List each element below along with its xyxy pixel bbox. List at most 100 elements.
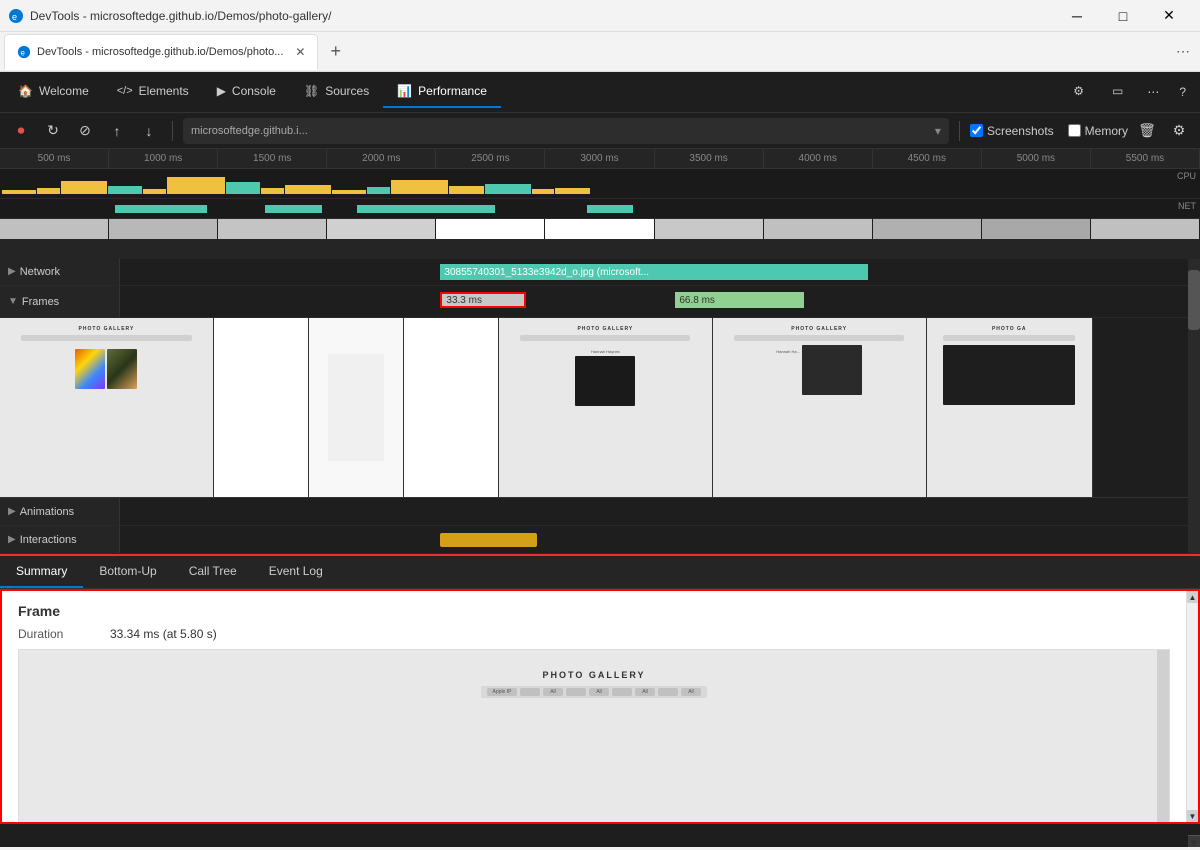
animations-expand-icon[interactable]: ▶: [8, 506, 16, 517]
screenshot-1[interactable]: PHOTO GALLERY: [0, 318, 214, 497]
scroll-down-button[interactable]: ▼: [1188, 835, 1200, 847]
tab-console-label: Console: [232, 84, 276, 98]
performance-toolbar: ⏺ ↻ ⊘ ↑ ↓ microsoftedge.github.i... ▾ Sc…: [0, 112, 1200, 148]
tab-performance[interactable]: 📊 Performance: [383, 76, 501, 108]
capture-settings-button[interactable]: ⚙: [1166, 118, 1192, 144]
reload-button[interactable]: ↻: [40, 118, 66, 144]
new-tab-button[interactable]: +: [320, 41, 351, 62]
screenshots-strip: PHOTO GALLERY: [0, 318, 1188, 498]
ss-thumb-6: [545, 219, 654, 239]
mark-4500: 4500 ms: [873, 149, 982, 168]
devtools-help-button[interactable]: ?: [1169, 77, 1196, 107]
network-bar-label: 30855740301_5133e3942d_o.jpg (microsoft.…: [444, 267, 649, 278]
maximize-button[interactable]: □: [1100, 0, 1146, 32]
tab-calltree[interactable]: Call Tree: [173, 556, 253, 588]
screenshots-label: Screenshots: [987, 124, 1054, 138]
tab-close-icon[interactable]: ✕: [295, 45, 305, 59]
browser-tab-main[interactable]: e DevTools - microsoftedge.github.io/Dem…: [4, 34, 318, 70]
screenshots-checkbox[interactable]: Screenshots: [970, 124, 1054, 138]
interaction-bar: [440, 533, 536, 547]
clear-button[interactable]: ↑: [104, 118, 130, 144]
interactions-expand-icon[interactable]: ▶: [8, 534, 16, 545]
animations-label: ▶ Animations: [0, 498, 120, 525]
frame-preview-title: PHOTO GALLERY: [542, 670, 645, 680]
summary-scroll-up[interactable]: ▲: [1187, 591, 1198, 603]
summary-scroll-down[interactable]: ▼: [1187, 810, 1198, 822]
url-dropdown-icon[interactable]: ▾: [935, 124, 941, 138]
tab-welcome[interactable]: 🏠 Welcome: [4, 76, 103, 108]
tab-eventlog[interactable]: Event Log: [253, 556, 339, 588]
memory-checkbox[interactable]: Memory: [1068, 124, 1128, 138]
scroll-thumb[interactable]: [1188, 270, 1200, 330]
devtools-more-button[interactable]: ⋯: [1137, 77, 1169, 107]
mark-2500: 2500 ms: [436, 149, 545, 168]
url-display: microsoftedge.github.i... ▾: [183, 118, 949, 144]
animations-track: ▶ Animations: [0, 498, 1188, 526]
ss-thumb-9: [873, 219, 982, 239]
frames-label-text: Frames: [22, 296, 59, 308]
ss7-preview: PHOTO GA: [927, 318, 1092, 497]
tab-elements[interactable]: </> Elements: [103, 76, 203, 108]
interactions-label-text: Interactions: [20, 534, 77, 546]
screenshot-6[interactable]: PHOTO GALLERY Hannah Ha...: [713, 318, 927, 497]
screenshot-3[interactable]: [309, 318, 404, 497]
edge-icon: e: [8, 8, 24, 24]
screenshot-7[interactable]: PHOTO GA: [927, 318, 1093, 497]
minimize-button[interactable]: ─: [1054, 0, 1100, 32]
mark-5000: 5000 ms: [982, 149, 1091, 168]
record-button[interactable]: ⏺: [8, 118, 34, 144]
close-button[interactable]: ✕: [1146, 0, 1192, 32]
timeline-overview[interactable]: 500 ms 1000 ms 1500 ms 2000 ms 2500 ms 3…: [0, 148, 1200, 238]
tab-sources[interactable]: ⛓ Sources: [290, 76, 383, 108]
fp-tb-item-7: All: [635, 688, 655, 696]
tab-more-button[interactable]: ⋯: [1170, 43, 1196, 60]
interactions-label: ▶ Interactions: [0, 526, 120, 553]
device-icon[interactable]: ▭: [1098, 76, 1137, 108]
edge-tab-icon: e: [17, 45, 31, 59]
screenshot-2[interactable]: [214, 318, 309, 497]
timeline-scrollbar[interactable]: ▲ ▼: [1188, 238, 1200, 554]
ss-thumb-4: [327, 219, 436, 239]
ss1-preview: PHOTO GALLERY: [0, 318, 213, 497]
network-bar[interactable]: 30855740301_5133e3942d_o.jpg (microsoft.…: [440, 264, 867, 280]
screenshot-5[interactable]: PHOTO GALLERY Hannah Haynes: [499, 318, 713, 497]
fp-tb-item-9: All: [681, 688, 701, 696]
frame-bar-1[interactable]: 33.3 ms: [440, 292, 525, 308]
toolbar-separator: [172, 121, 173, 141]
ss-thumb-2: [109, 219, 218, 239]
panel-area: 500 ms 1000 ms 1500 ms 2000 ms 2500 ms 3…: [0, 148, 1200, 847]
frames-content: 33.3 ms 66.8 ms: [120, 286, 1188, 317]
frame-preview-scrollbar[interactable]: [1157, 650, 1169, 822]
screenshot-4[interactable]: [404, 318, 499, 497]
import-button[interactable]: ↓: [136, 118, 162, 144]
url-text: microsoftedge.github.i...: [191, 125, 929, 137]
tab-sources-label: Sources: [325, 84, 369, 98]
fp-tb-item-6: [612, 688, 632, 696]
stop-button[interactable]: ⊘: [72, 118, 98, 144]
network-expand-icon[interactable]: ▶: [8, 266, 16, 277]
tab-console[interactable]: ▶ Console: [203, 76, 290, 108]
frame-bar-2[interactable]: 66.8 ms: [675, 292, 803, 308]
screenshots-overview-strip: [0, 219, 1200, 259]
mark-1500: 1500 ms: [218, 149, 327, 168]
duration-row: Duration 33.34 ms (at 5.80 s): [18, 627, 1170, 641]
ss6-content: Hannah Ha...: [723, 345, 915, 395]
net-graph: NET: [0, 199, 1200, 219]
elements-icon: </>: [117, 85, 133, 97]
devtools-tab-bar: 🏠 Welcome </> Elements ▶ Console ⛓ Sourc…: [0, 72, 1200, 112]
settings-icon[interactable]: ⚙: [1059, 76, 1098, 108]
mark-1000: 1000 ms: [109, 149, 218, 168]
ss-thumb-7: [655, 219, 764, 239]
bottom-tabs: Summary Bottom-Up Call Tree Event Log: [0, 554, 1200, 589]
mark-500: 500 ms: [0, 149, 109, 168]
summary-scrollbar[interactable]: ▲ ▼: [1186, 591, 1198, 822]
ss6-title: PHOTO GALLERY: [791, 326, 847, 332]
frames-expand-icon[interactable]: ▼: [8, 296, 18, 307]
ss1-toolbar: [21, 335, 191, 341]
tab-summary[interactable]: Summary: [0, 556, 83, 588]
tab-bottomup[interactable]: Bottom-Up: [83, 556, 172, 588]
fp-tb-item-1: Apple IP: [487, 688, 517, 696]
frame1-label: 33.3 ms: [446, 295, 482, 306]
delete-recording-button[interactable]: 🗑: [1134, 118, 1160, 144]
mark-4000: 4000 ms: [764, 149, 873, 168]
